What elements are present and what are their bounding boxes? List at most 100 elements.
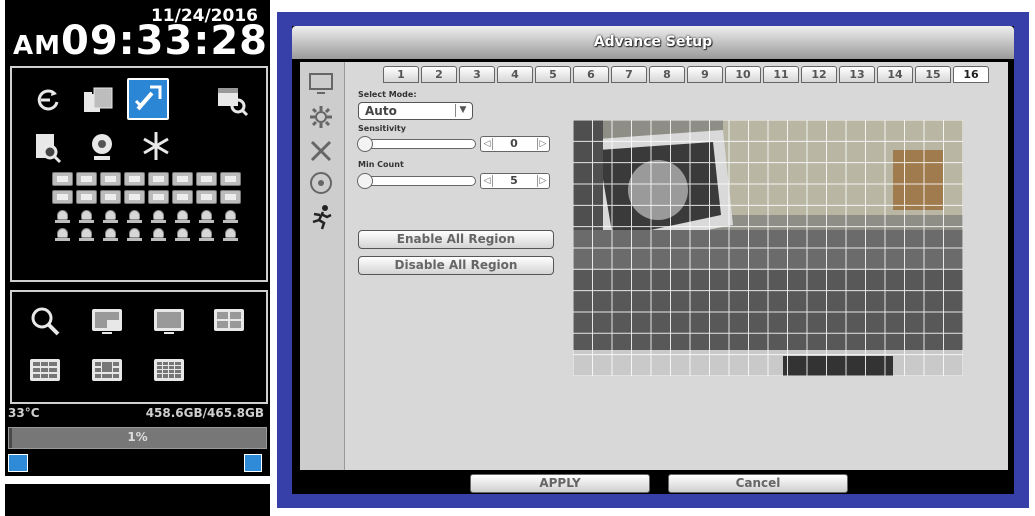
tab-channel-11[interactable]: 11 (763, 66, 799, 83)
record-icon[interactable] (52, 210, 73, 224)
min-count-stepper[interactable]: ◁ 5 ▷ (480, 173, 550, 189)
tab-channel-13[interactable]: 13 (839, 66, 875, 83)
clock: AM09:33:28 (13, 18, 268, 64)
min-count-slider-handle[interactable] (357, 173, 373, 189)
camera-icon[interactable] (220, 190, 241, 204)
tab-channel-9[interactable]: 9 (687, 66, 723, 83)
camera-icon[interactable] (220, 172, 241, 186)
select-mode-value: Auto (365, 104, 397, 118)
record-icon[interactable] (124, 210, 145, 224)
chevron-down-icon: ▼ (455, 104, 470, 117)
tab-channel-10[interactable]: 10 (725, 66, 761, 83)
motion-region-preview[interactable] (573, 120, 963, 376)
setup-icon[interactable] (127, 78, 169, 120)
view-panel (10, 290, 268, 404)
record-icon[interactable] (172, 228, 193, 242)
motion-detection-icon[interactable] (305, 202, 337, 232)
record-icon[interactable] (196, 228, 217, 242)
tab-channel-15[interactable]: 15 (915, 66, 951, 83)
tab-channel-6[interactable]: 6 (573, 66, 609, 83)
record-icon[interactable] (124, 228, 145, 242)
fan-icon[interactable] (305, 168, 337, 198)
camera-icon[interactable] (124, 172, 145, 186)
gear-icon[interactable] (305, 102, 337, 132)
increment-icon[interactable]: ▷ (537, 175, 548, 187)
monitor-icon[interactable] (305, 68, 337, 98)
decrement-icon[interactable]: ◁ (482, 138, 493, 150)
folder-icon[interactable] (78, 80, 118, 120)
sensitivity-label: Sensitivity (358, 124, 406, 133)
record-icon[interactable] (148, 210, 169, 224)
record-icon[interactable] (100, 228, 121, 242)
camera-icon[interactable] (148, 172, 169, 186)
pip-layout-icon[interactable] (88, 304, 126, 338)
record-icon[interactable] (76, 210, 97, 224)
tab-channel-1[interactable]: 1 (383, 66, 419, 83)
motion-grid (573, 120, 963, 376)
schedule-search-icon[interactable] (212, 80, 252, 120)
zoom-icon[interactable] (26, 304, 64, 338)
camera-icon[interactable] (196, 190, 217, 204)
record-icon[interactable] (148, 228, 169, 242)
single-layout-icon[interactable] (150, 304, 188, 338)
record-icon[interactable] (76, 228, 97, 242)
decrement-icon[interactable]: ◁ (482, 175, 493, 187)
camera-icon[interactable] (100, 172, 121, 186)
dialog-footer: APPLY Cancel (292, 470, 1014, 494)
sidebar: 11/24/2016 AM09:33:28 33°C 458.6GB/465.8… (5, 0, 270, 516)
camera-icon[interactable] (100, 190, 121, 204)
record-icon[interactable] (100, 210, 121, 224)
disable-all-region-button[interactable]: Disable All Region (358, 256, 554, 275)
user-icon[interactable] (244, 454, 262, 472)
nine-layout-icon[interactable] (26, 354, 64, 388)
sensitivity-slider-handle[interactable] (357, 136, 373, 152)
camera-icon[interactable] (148, 190, 169, 204)
tab-channel-12[interactable]: 12 (801, 66, 837, 83)
playback-icon[interactable] (28, 80, 68, 120)
min-count-slider[interactable] (357, 173, 476, 189)
mixed-layout-icon[interactable] (88, 354, 126, 388)
increment-icon[interactable]: ▷ (537, 138, 548, 150)
record-icon[interactable] (220, 210, 241, 224)
quad-layout-icon[interactable] (210, 304, 248, 338)
sensitivity-slider[interactable] (357, 136, 476, 152)
camera-icon[interactable] (76, 190, 97, 204)
tab-channel-4[interactable]: 4 (497, 66, 533, 83)
record-icon[interactable] (172, 210, 193, 224)
sixteen-layout-icon[interactable] (150, 354, 188, 388)
tab-channel-14[interactable]: 14 (877, 66, 913, 83)
channel-tabs: 1 2 3 4 5 6 7 8 9 10 11 12 13 14 15 16 (383, 66, 991, 83)
network-icon[interactable] (8, 454, 28, 472)
tab-channel-7[interactable]: 7 (611, 66, 647, 83)
log-search-icon[interactable] (28, 128, 68, 168)
tab-channel-2[interactable]: 2 (421, 66, 457, 83)
category-sidebar (300, 62, 345, 470)
freeze-icon[interactable] (136, 126, 176, 166)
select-mode-dropdown[interactable]: Auto ▼ (358, 102, 473, 120)
camera-icon[interactable] (172, 190, 193, 204)
record-icon[interactable] (196, 210, 217, 224)
cancel-button[interactable]: Cancel (668, 474, 848, 493)
tab-channel-5[interactable]: 5 (535, 66, 571, 83)
camera-icon[interactable] (124, 190, 145, 204)
camera-icon[interactable] (196, 172, 217, 186)
sensitivity-value: 0 (510, 137, 518, 150)
tab-channel-3[interactable]: 3 (459, 66, 495, 83)
tab-channel-16[interactable]: 16 (953, 66, 989, 83)
camera-icon[interactable] (52, 172, 73, 186)
min-count-label: Min Count (358, 160, 404, 169)
camera-row-1 (52, 172, 241, 186)
camera-icon[interactable] (172, 172, 193, 186)
camera-icon[interactable] (76, 172, 97, 186)
enable-all-region-button[interactable]: Enable All Region (358, 230, 554, 249)
record-icon[interactable] (220, 228, 241, 242)
apply-button[interactable]: APPLY (470, 474, 650, 493)
tools-icon[interactable] (305, 136, 337, 166)
tab-channel-8[interactable]: 8 (649, 66, 685, 83)
select-mode-label: Select Mode: (358, 90, 417, 99)
record-icon[interactable] (52, 228, 73, 242)
sensitivity-stepper[interactable]: ◁ 0 ▷ (480, 136, 550, 152)
clock-time: 09:33:28 (61, 18, 268, 64)
webcam-icon[interactable] (82, 128, 122, 168)
camera-icon[interactable] (52, 190, 73, 204)
